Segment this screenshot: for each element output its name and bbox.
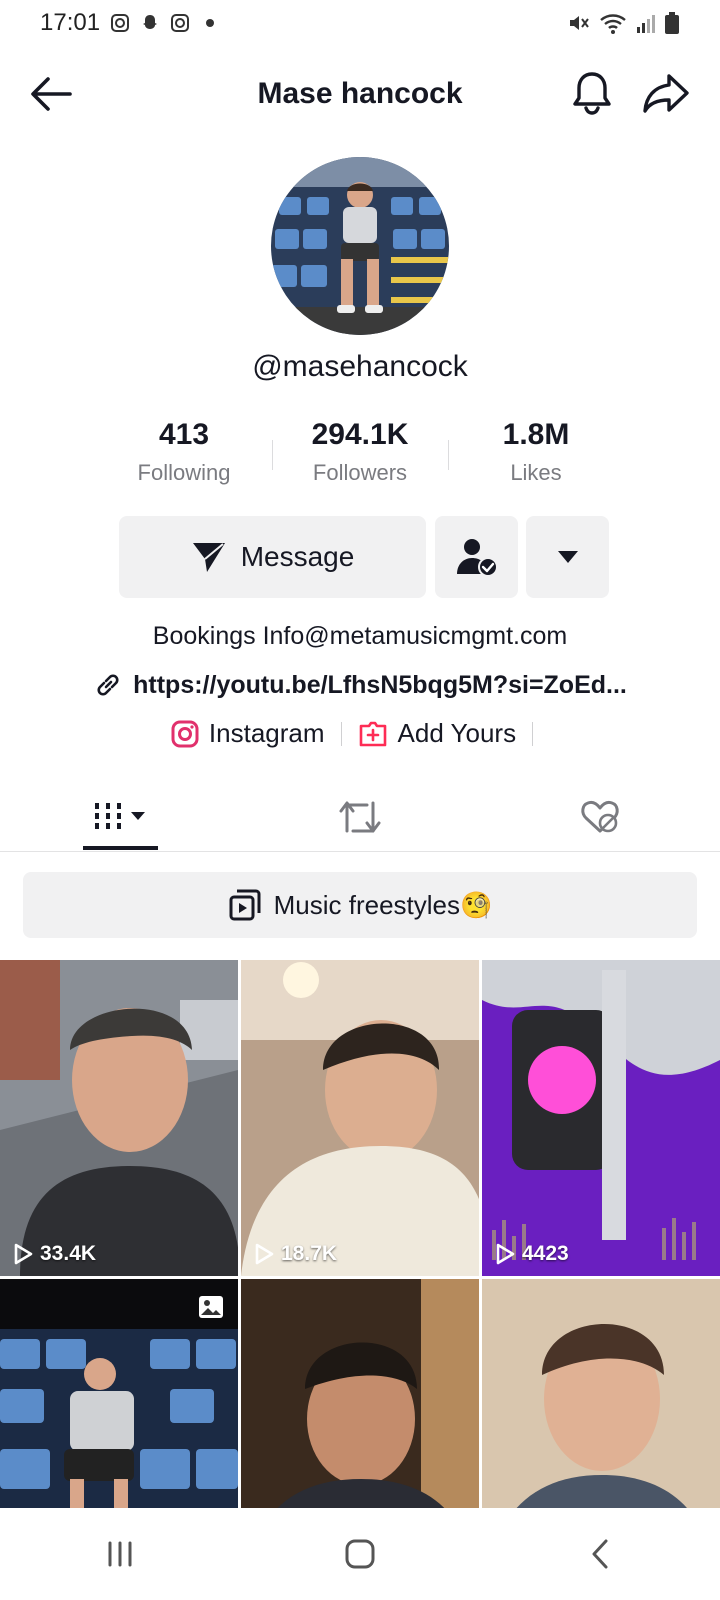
add-yours-link[interactable]: Add Yours: [358, 718, 517, 749]
bell-icon[interactable]: [570, 70, 614, 116]
avatar[interactable]: [271, 157, 449, 335]
instagram-link[interactable]: Instagram: [171, 718, 325, 749]
system-back-button[interactable]: [570, 1529, 630, 1579]
repost-icon: [339, 801, 381, 832]
video-views: 18.7K: [253, 1242, 337, 1266]
share-icon[interactable]: [642, 72, 690, 114]
bio-link-text: https://youtu.be/LfhsN5bqg5M?si=ZoEd...: [133, 670, 627, 699]
video-thumbnail: [482, 960, 720, 1276]
playlist-icon: [229, 889, 261, 921]
stat-label: Following: [137, 460, 231, 485]
home-button[interactable]: [330, 1529, 390, 1579]
snapchat-icon: [143, 15, 158, 29]
active-tab-indicator: [83, 846, 158, 850]
stat-value: 294.1K: [311, 418, 409, 451]
video-views: 33.4K: [12, 1242, 96, 1266]
link-icon: [97, 674, 119, 696]
tab-liked[interactable]: [480, 782, 720, 851]
view-count: 18.7K: [281, 1242, 338, 1265]
video-tile[interactable]: 18.7K: [241, 960, 479, 1276]
add-yours-label: Add Yours: [397, 718, 517, 748]
caret-down-icon: [557, 551, 578, 563]
video-views: 4423: [494, 1242, 569, 1266]
social-divider: [532, 721, 534, 746]
recent-apps-button[interactable]: [90, 1529, 150, 1579]
profile-username: @masehancock: [252, 350, 468, 383]
instagram-icon: [171, 720, 199, 747]
playlist-label: Music freestyles🧐: [273, 889, 493, 920]
playlist-music-freestyles[interactable]: Music freestyles🧐: [23, 872, 697, 938]
instagram-icon: [111, 14, 130, 32]
home-icon: [345, 1539, 375, 1569]
play-icon: [255, 1243, 274, 1265]
video-tile[interactable]: 33.4K: [0, 960, 238, 1276]
status-bar: 17:01: [0, 0, 720, 46]
message-button[interactable]: Message: [119, 516, 426, 598]
profile-header: Mase hancock: [0, 56, 720, 132]
photo-badge-icon: [199, 1296, 223, 1318]
stat-following[interactable]: 413 Following: [97, 418, 272, 486]
video-tile[interactable]: 4423: [482, 960, 720, 1276]
social-links: Instagram Add Yours: [0, 718, 720, 749]
view-count: 33.4K: [40, 1242, 97, 1265]
back-arrow-icon[interactable]: [28, 74, 74, 114]
stat-label: Followers: [312, 460, 408, 485]
stat-value: 413: [158, 418, 210, 451]
recent-apps-icon: [108, 1541, 132, 1567]
mute-icon: [570, 16, 589, 30]
user-check-icon: [456, 539, 498, 577]
add-yours-icon: [359, 721, 386, 746]
battery-icon: [665, 12, 679, 34]
instagram-icon: [171, 14, 190, 32]
stat-label: Likes: [510, 460, 562, 485]
wifi-icon: [600, 14, 626, 34]
send-icon: [192, 543, 225, 572]
profile-tabs: [0, 782, 720, 852]
view-count: 4423: [522, 1242, 569, 1265]
play-icon: [496, 1243, 515, 1265]
status-time: 17:01: [40, 9, 101, 36]
status-right: [566, 11, 680, 35]
stat-value: 1.8M: [502, 418, 570, 451]
signal-icon: [637, 15, 655, 33]
videos-grid-icon: [95, 802, 145, 829]
stat-likes[interactable]: 1.8M Likes: [449, 418, 624, 486]
profile-stats: 413 Following 294.1K Followers 1.8M Like…: [0, 418, 720, 486]
avatar-image: [271, 157, 449, 335]
social-divider: [340, 721, 342, 746]
system-navbar: [0, 1508, 720, 1600]
instagram-label: Instagram: [208, 718, 325, 748]
message-button-label: Message: [240, 541, 355, 572]
status-left: 17:01: [40, 9, 220, 37]
following-button[interactable]: [435, 516, 518, 598]
tab-videos[interactable]: [0, 782, 240, 851]
video-grid: 33.4K 18.7K 4423: [0, 960, 720, 1595]
video-thumbnail: [241, 960, 479, 1276]
play-icon: [14, 1243, 33, 1265]
bio-link[interactable]: https://youtu.be/LfhsN5bqg5M?si=ZoEd...: [0, 670, 720, 700]
page-title: Mase hancock: [257, 77, 463, 110]
more-options-button[interactable]: [526, 516, 609, 598]
profile-bio: Bookings Info@metamusicmgmt.com: [152, 622, 568, 650]
tab-reposts[interactable]: [240, 782, 480, 851]
video-thumbnail: [0, 960, 238, 1276]
liked-hidden-icon: [581, 800, 619, 832]
back-icon: [592, 1539, 608, 1569]
stat-followers[interactable]: 294.1K Followers: [273, 418, 448, 486]
dot-icon: [206, 19, 215, 27]
